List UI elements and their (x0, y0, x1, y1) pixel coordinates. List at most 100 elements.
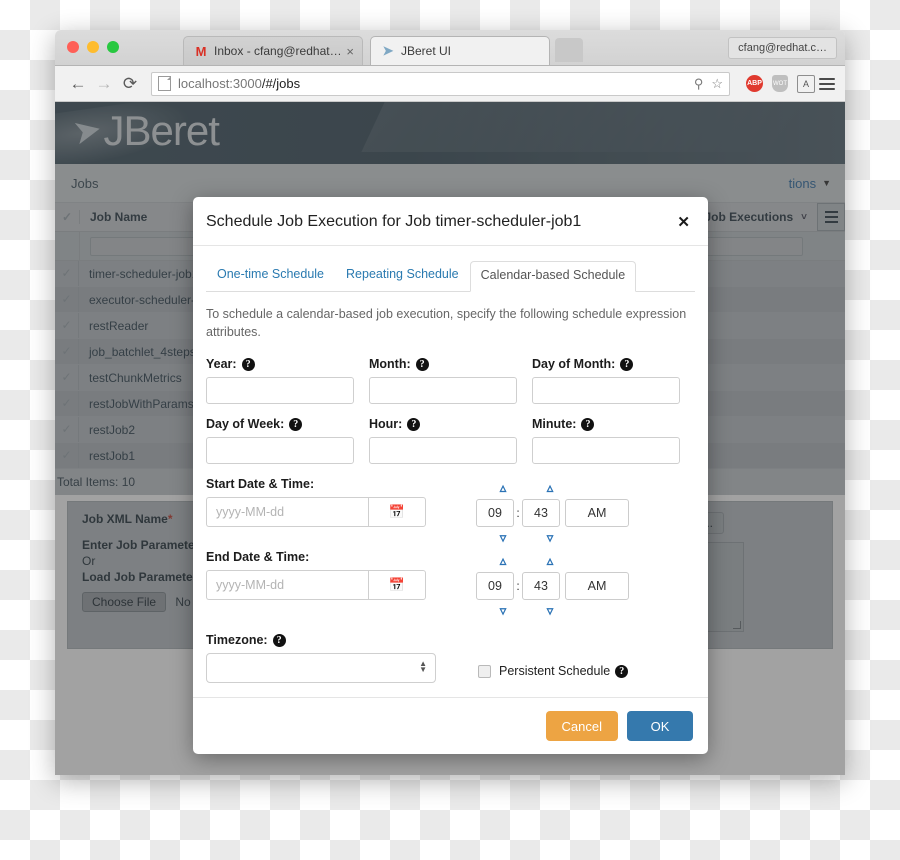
minimize-window-button[interactable] (87, 41, 99, 53)
gmail-icon: M (195, 43, 207, 59)
start-hour-up-icon[interactable]: ▵ (485, 480, 521, 496)
end-hour-field[interactable] (476, 572, 514, 601)
help-icon[interactable]: ? (241, 357, 255, 371)
day-of-month-input[interactable] (532, 377, 680, 405)
end-hour-down-icon[interactable]: ▿ (485, 603, 521, 619)
url-path: /#/jobs (261, 76, 301, 91)
hour-input[interactable] (369, 437, 517, 465)
bookmark-star-icon[interactable]: ☆ (711, 76, 723, 92)
tab-title: Inbox - cfang@redhat.com (214, 44, 343, 58)
tab-title: JBeret UI (401, 44, 452, 58)
address-bar[interactable]: localhost:3000/#/jobs ⚲ ☆ (151, 71, 730, 96)
field-label: Minute: ? (532, 417, 695, 431)
profile-chip[interactable]: cfang@redhat.c… (728, 37, 837, 59)
help-icon[interactable]: ? (272, 633, 286, 647)
search-icon[interactable]: ⚲ (694, 76, 704, 92)
close-icon[interactable]: ✕ (677, 213, 690, 230)
ok-button[interactable]: OK (627, 711, 693, 742)
end-hour-up-icon[interactable]: ▵ (485, 553, 521, 569)
field-label: Day of Week: ? (206, 417, 369, 431)
browser-toolbar: ← → ⟳ localhost:3000/#/jobs ⚲ ☆ ABP WOT … (55, 66, 845, 102)
end-time-picker: ▵ ▵ : AM ▿ ▿ (476, 550, 629, 619)
help-icon[interactable]: ? (620, 357, 634, 371)
start-minute-up-icon[interactable]: ▵ (532, 480, 568, 496)
url-text: localhost:3000/#/jobs (178, 76, 300, 91)
end-date-input[interactable] (206, 570, 368, 601)
field-label-text: Year: (206, 357, 237, 372)
tab-one-time-schedule[interactable]: One-time Schedule (206, 260, 335, 291)
browser-tab-gmail[interactable]: M Inbox - cfang@redhat.com × (183, 36, 363, 65)
end-meridiem-toggle[interactable]: AM (565, 572, 629, 601)
new-tab-button[interactable] (555, 38, 583, 62)
timezone-field: Timezone: ? ▲ ▼ (206, 633, 468, 684)
persistent-schedule-field[interactable]: Persistent Schedule ? (478, 664, 629, 683)
jberet-icon: ➤ (382, 43, 394, 58)
modal-intro-text: To schedule a calendar-based job executi… (206, 307, 687, 340)
modal-body: One-time Schedule Repeating Schedule Cal… (193, 246, 708, 697)
start-time-down-arrows: ▿ ▿ (476, 530, 629, 546)
timezone-label-text: Timezone: (206, 633, 268, 648)
hamburger-menu-icon[interactable] (819, 77, 835, 90)
field-year: Year: ? (206, 357, 369, 405)
field-month: Month: ? (369, 357, 532, 405)
maximize-window-button[interactable] (107, 41, 119, 53)
day-of-week-input[interactable] (206, 437, 354, 465)
end-time-up-arrows: ▵ ▵ (476, 553, 629, 569)
persistent-schedule-label: Persistent Schedule ? (499, 664, 629, 678)
tab-repeating-schedule[interactable]: Repeating Schedule (335, 260, 470, 291)
schedule-job-modal: Schedule Job Execution for Job timer-sch… (193, 197, 708, 755)
field-day-of-month: Day of Month: ? (532, 357, 695, 405)
start-date-time-block: Start Date & Time: 📅 ▵ ▵ : (206, 477, 695, 546)
modal-title: Schedule Job Execution for Job timer-sch… (206, 213, 582, 230)
start-time-up-arrows: ▵ ▵ (476, 480, 629, 496)
calendar-icon[interactable]: 📅 (368, 570, 426, 601)
persistent-schedule-checkbox[interactable] (478, 664, 491, 678)
close-window-button[interactable] (67, 41, 79, 53)
close-icon[interactable]: × (346, 44, 354, 59)
time-colon: : (516, 506, 520, 521)
start-minute-down-icon[interactable]: ▿ (532, 530, 568, 546)
start-meridiem-toggle[interactable]: AM (565, 499, 629, 528)
field-label: Month: ? (369, 357, 532, 371)
start-date-time-label: Start Date & Time: (206, 477, 315, 492)
timezone-select[interactable] (206, 653, 436, 684)
end-date-group: 📅 (206, 570, 468, 601)
calendar-icon[interactable]: 📅 (368, 497, 426, 528)
modal-footer: Cancel OK (193, 697, 708, 754)
tab-calendar-based-schedule[interactable]: Calendar-based Schedule (469, 261, 637, 292)
field-hour: Hour: ? (369, 417, 532, 465)
reload-icon[interactable]: ⟳ (117, 74, 143, 94)
help-icon[interactable]: ? (289, 417, 303, 431)
field-minute: Minute: ? (532, 417, 695, 465)
start-hour-field[interactable] (476, 499, 514, 528)
end-date-time-label: End Date & Time: (206, 550, 310, 565)
minute-input[interactable] (532, 437, 680, 465)
field-label-text: Day of Week: (206, 417, 285, 432)
browser-tab-jberet[interactable]: ➤ JBeret UI (370, 36, 550, 65)
start-hour-down-icon[interactable]: ▿ (485, 530, 521, 546)
end-minute-field[interactable] (522, 572, 560, 601)
field-label: Day of Month: ? (532, 357, 695, 371)
window-controls (67, 41, 119, 53)
shield-icon[interactable]: WOT (772, 75, 788, 92)
help-icon[interactable]: ? (581, 417, 595, 431)
schedule-fields-row-1: Year: ? Month: ? Day of Month: ? (206, 357, 695, 405)
end-minute-down-icon[interactable]: ▿ (532, 603, 568, 619)
help-icon[interactable]: ? (415, 357, 429, 371)
cancel-button[interactable]: Cancel (545, 711, 618, 742)
start-minute-field[interactable] (522, 499, 560, 528)
forward-icon[interactable]: → (91, 74, 117, 94)
back-icon[interactable]: ← (65, 74, 91, 94)
help-icon[interactable]: ? (615, 664, 629, 678)
month-input[interactable] (369, 377, 517, 405)
page-viewport: ➤ JBeret Jobs tions ▼ ✓ Job Name Job Exe… (55, 102, 845, 775)
start-date-input[interactable] (206, 497, 368, 528)
field-label: Year: ? (206, 357, 369, 371)
translate-icon[interactable]: A (797, 74, 815, 93)
help-icon[interactable]: ? (407, 417, 421, 431)
end-minute-up-icon[interactable]: ▵ (532, 553, 568, 569)
year-input[interactable] (206, 377, 354, 405)
start-date-group: 📅 (206, 497, 468, 528)
adblock-plus-icon[interactable]: ABP (746, 75, 763, 92)
end-date-time-block: End Date & Time: 📅 ▵ ▵ : (206, 550, 695, 619)
